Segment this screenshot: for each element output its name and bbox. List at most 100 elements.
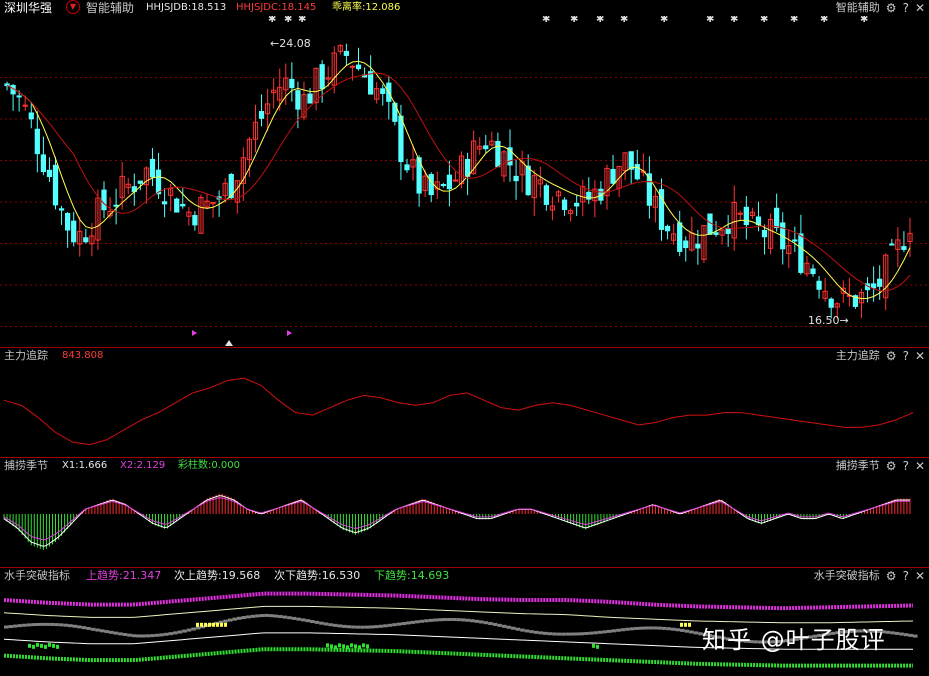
help-icon[interactable]: ? — [903, 349, 909, 363]
breakout-block — [56, 644, 59, 649]
price-step — [396, 622, 402, 626]
help-icon[interactable]: ? — [903, 459, 909, 473]
panel-title-right[interactable]: 智能辅助 — [836, 1, 880, 15]
breakout-block — [208, 622, 211, 627]
price-step — [328, 623, 333, 627]
candle-down — [816, 280, 822, 290]
panel-title-right[interactable]: 主力追踪 — [836, 349, 880, 363]
price-step — [666, 627, 671, 631]
candle-down — [28, 112, 34, 120]
help-icon[interactable]: ? — [903, 1, 909, 15]
price-step — [561, 632, 566, 636]
breakout-block — [212, 622, 215, 627]
stock-name[interactable]: 深圳华强 — [4, 1, 52, 15]
price-step — [661, 626, 667, 630]
price-step — [515, 627, 521, 631]
gear-icon[interactable]: ⚙ — [886, 1, 897, 15]
price-step — [35, 622, 41, 626]
price-step — [419, 619, 425, 623]
candle-up — [452, 179, 459, 182]
price-step — [364, 625, 370, 629]
panel-title[interactable]: 水手突破指标 — [4, 569, 70, 583]
price-step — [300, 618, 306, 622]
candle-down — [810, 268, 816, 275]
price-step — [127, 633, 132, 637]
candle-down — [513, 175, 519, 182]
price-step — [264, 613, 269, 617]
price-step — [405, 621, 411, 625]
breakout-block — [216, 622, 219, 627]
price-step — [588, 631, 594, 635]
price-step — [373, 625, 379, 629]
price-panel[interactable]: 深圳华强 ▼ 智能辅助 HHJSJDB:18.513 HHJSJDC:18.14… — [0, 0, 929, 348]
price-step — [31, 623, 36, 627]
candle-down — [46, 169, 53, 178]
candle-down — [155, 169, 162, 195]
price-step — [529, 630, 534, 634]
price-step — [474, 619, 480, 623]
breakout-block — [688, 622, 691, 627]
candle-down — [343, 50, 350, 56]
price-step — [291, 616, 297, 620]
candle-down — [289, 78, 295, 89]
candle-up — [737, 212, 743, 215]
panel-title-right[interactable]: 捕捞季节 — [836, 459, 880, 473]
price-step — [145, 634, 151, 638]
close-icon[interactable]: ✕ — [915, 349, 925, 363]
chevron-down-icon[interactable]: ▼ — [66, 0, 80, 14]
candle-down — [113, 204, 119, 207]
panel-title[interactable]: 捕捞季节 — [4, 459, 48, 473]
ma-yellow-line — [6, 60, 911, 300]
sub-down-trend-value: 次下趋势:16.530 — [274, 569, 361, 582]
candle-down — [761, 229, 768, 238]
price-step — [22, 623, 27, 627]
price-step — [355, 625, 361, 629]
help-icon[interactable]: ? — [903, 569, 909, 583]
price-step — [538, 631, 544, 635]
gear-icon[interactable]: ⚙ — [886, 349, 897, 363]
fishing-season-header: 捕捞季节 X1:1.666 X2:2.129 彩柱数:0.000 捕捞季节 ⚙ … — [0, 458, 929, 474]
price-step — [223, 619, 228, 623]
price-step — [250, 614, 256, 618]
sub-up-trend-value: 次上趋势:19.568 — [174, 569, 261, 582]
sailor-breakout-header: 水手突破指标 上趋势:21.347 次上趋势:19.568 次下趋势:16.53… — [0, 568, 929, 584]
candle-down — [40, 154, 47, 172]
panel-title-right[interactable]: 水手突破指标 — [814, 569, 880, 583]
high-price-label: ←24.08 — [270, 37, 311, 50]
panel-title[interactable]: 主力追踪 — [4, 349, 48, 363]
fishing-season-chart[interactable] — [0, 474, 929, 568]
price-step — [323, 622, 329, 626]
price-step — [451, 618, 457, 622]
candle-down — [149, 158, 156, 178]
gear-icon[interactable]: ⚙ — [886, 569, 897, 583]
close-icon[interactable]: ✕ — [915, 569, 925, 583]
candle-down — [446, 174, 453, 190]
price-step — [387, 623, 393, 627]
breakout-block — [44, 644, 47, 649]
price-step — [17, 624, 23, 628]
price-panel-header: 深圳华强 ▼ 智能辅助 HHJSJDB:18.513 HHJSJDC:18.14… — [0, 0, 929, 16]
close-icon[interactable]: ✕ — [915, 1, 925, 15]
price-step — [629, 627, 635, 631]
price-step — [442, 618, 448, 622]
deviation-rate: 乖离率:12.086 — [332, 2, 401, 13]
price-chart[interactable]: ✱ ✱ ✱ ✱ ✱ ✱ ✱ ✱ ✱ ✱ ✱ ✱ ✱ ✱ — [0, 16, 929, 348]
candle-down — [713, 232, 719, 235]
price-step — [154, 633, 160, 637]
price-step — [122, 633, 128, 637]
gear-icon[interactable]: ⚙ — [886, 459, 897, 473]
fishing-season-panel[interactable]: 捕捞季节 X1:1.666 X2:2.129 彩柱数:0.000 捕捞季节 ⚙ … — [0, 458, 929, 568]
price-step — [574, 632, 580, 636]
signal-star: ✱ — [790, 16, 798, 25]
price-step — [287, 616, 292, 620]
price-step — [369, 625, 374, 629]
main-force-panel[interactable]: 主力追踪 843.808 主力追踪 ⚙ ? ✕ — [0, 348, 929, 458]
candle-down — [628, 151, 634, 170]
price-step — [479, 620, 484, 624]
main-force-chart[interactable] — [0, 364, 929, 458]
price-step — [81, 626, 87, 630]
candle-down — [828, 298, 834, 308]
indicator-name[interactable]: 智能辅助 — [86, 1, 134, 15]
close-icon[interactable]: ✕ — [915, 459, 925, 473]
price-step — [552, 632, 557, 636]
